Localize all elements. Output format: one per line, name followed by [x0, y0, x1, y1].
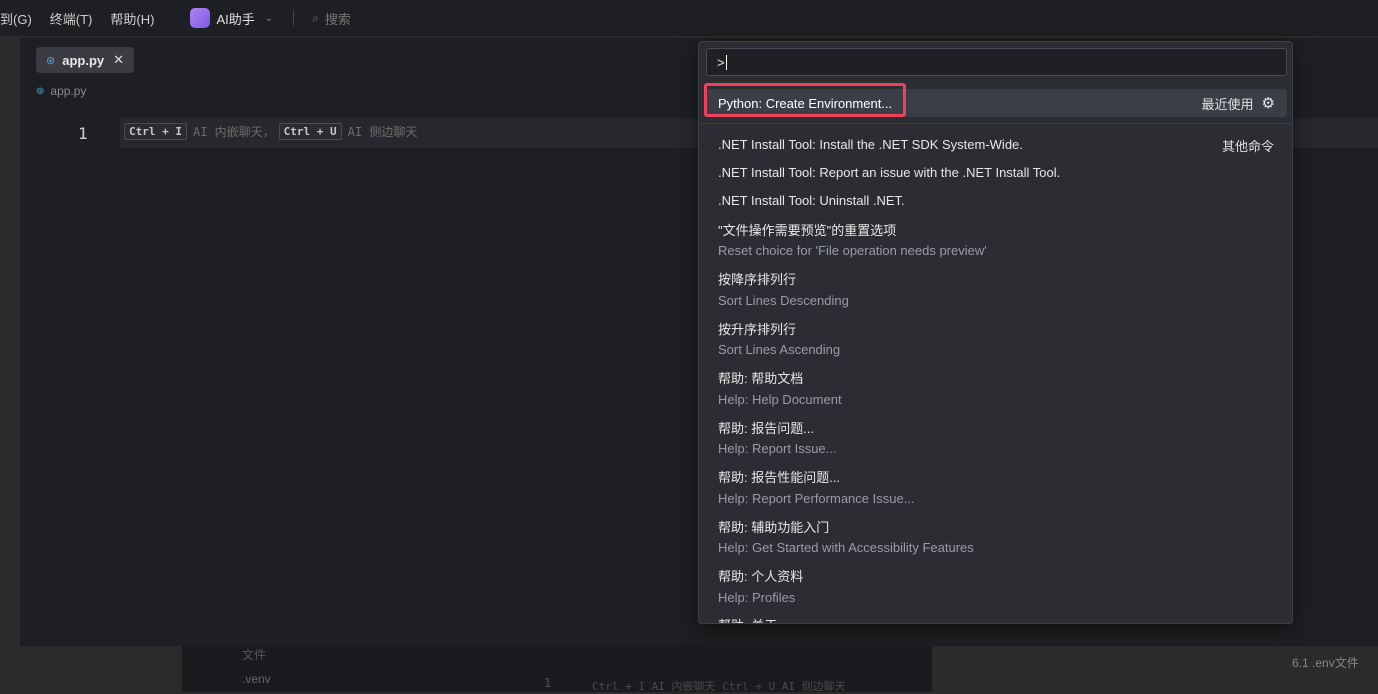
- command-item[interactable]: .NET Install Tool: Install the .NET SDK …: [718, 137, 1023, 152]
- chevron-down-icon: ⌄: [264, 12, 274, 24]
- python-file-icon: ⊛: [46, 54, 56, 67]
- command-item[interactable]: 帮助: 帮助文档: [718, 368, 803, 387]
- tab-label: app.py: [62, 52, 105, 68]
- tab-app-py[interactable]: ⊛ app.py ✕: [36, 47, 135, 73]
- command-item[interactable]: 按降序排列行: [718, 269, 796, 288]
- menu-goto[interactable]: 到(G): [0, 9, 32, 28]
- command-description: Help: Profiles: [718, 590, 796, 605]
- command-description: Help: Help Document: [718, 392, 842, 407]
- command-item[interactable]: 按升序排列行: [718, 319, 796, 338]
- menu-help[interactable]: 帮助(H): [110, 9, 154, 28]
- command-item[interactable]: .NET Install Tool: Uninstall .NET.: [718, 193, 905, 208]
- text-caret: [725, 55, 727, 70]
- command-item[interactable]: 帮助: 辅助功能入门: [718, 517, 829, 536]
- ai-logo-icon: [190, 8, 211, 28]
- background-venv-label: .venv: [242, 672, 271, 686]
- hint-text: AI 内嵌聊天，: [192, 125, 275, 139]
- background-right-text: 6.1 .env文件: [1292, 656, 1359, 670]
- close-icon[interactable]: ✕: [113, 52, 124, 68]
- breadcrumb[interactable]: ⊛ app.py: [36, 84, 86, 98]
- background-files-label: 文件: [242, 648, 267, 662]
- ai-assistant-button[interactable]: AI助手 ⌄: [190, 8, 273, 28]
- command-item[interactable]: 帮助: 个人资料: [718, 566, 803, 585]
- python-file-icon: ⊛: [36, 85, 45, 97]
- command-description: Help: Report Issue...: [718, 441, 837, 456]
- background-line-number: 1: [544, 676, 552, 690]
- command-item[interactable]: "文件操作需要预览"的重置选项: [718, 220, 896, 239]
- shortcut-key: Ctrl + I: [124, 123, 187, 140]
- command-input[interactable]: >: [706, 48, 1287, 76]
- command-palette: > Python: Create Environment... 最近使用 ⚙ 其…: [698, 41, 1293, 624]
- command-description: Help: Get Started with Accessibility Fea…: [718, 540, 974, 555]
- line-number: 1: [78, 124, 88, 143]
- search-label: 搜索: [324, 11, 351, 27]
- other-commands-label: 其他命令: [1222, 139, 1275, 154]
- menu-divider: [293, 10, 295, 26]
- command-description: Sort Lines Ascending: [718, 342, 841, 357]
- menu-terminal[interactable]: 终端(T): [50, 9, 93, 28]
- hint-text: AI 侧边聊天: [347, 125, 418, 139]
- command-description: Sort Lines Descending: [718, 293, 849, 308]
- ai-hint: Ctrl + I AI 内嵌聊天， Ctrl + U AI 侧边聊天: [124, 123, 421, 140]
- background-window: 文件 .venv 1 Ctrl + I AI 内嵌聊天 Ctrl + U AI …: [182, 646, 932, 693]
- gear-icon[interactable]: ⚙: [1262, 94, 1275, 112]
- breadcrumb-label: app.py: [50, 84, 87, 98]
- ai-assistant-label: AI助手: [216, 11, 255, 27]
- search-icon: ⌕: [312, 10, 319, 25]
- command-description: Reset choice for 'File operation needs p…: [718, 243, 987, 258]
- command-item[interactable]: 帮助: 报告性能问题...: [718, 467, 840, 486]
- command-item[interactable]: 帮助: 报告问题...: [718, 418, 814, 437]
- menubar: 到(G) 终端(T) 帮助(H) AI助手 ⌄ ⌕ 搜索: [0, 0, 1378, 36]
- command-description: Help: Report Performance Issue...: [718, 491, 915, 506]
- recently-used-label: 最近使用: [1201, 96, 1254, 112]
- search-box[interactable]: ⌕ 搜索: [312, 9, 351, 28]
- command-item[interactable]: .NET Install Tool: Report an issue with …: [718, 165, 1060, 180]
- command-item[interactable]: 帮助: 关于: [718, 615, 777, 623]
- divider: [699, 123, 1292, 124]
- command-input-value: >: [717, 55, 725, 70]
- recently-used-group: 最近使用 ⚙: [1202, 94, 1275, 113]
- shortcut-key: Ctrl + U: [278, 123, 342, 140]
- annotation-highlight-box: [704, 83, 906, 117]
